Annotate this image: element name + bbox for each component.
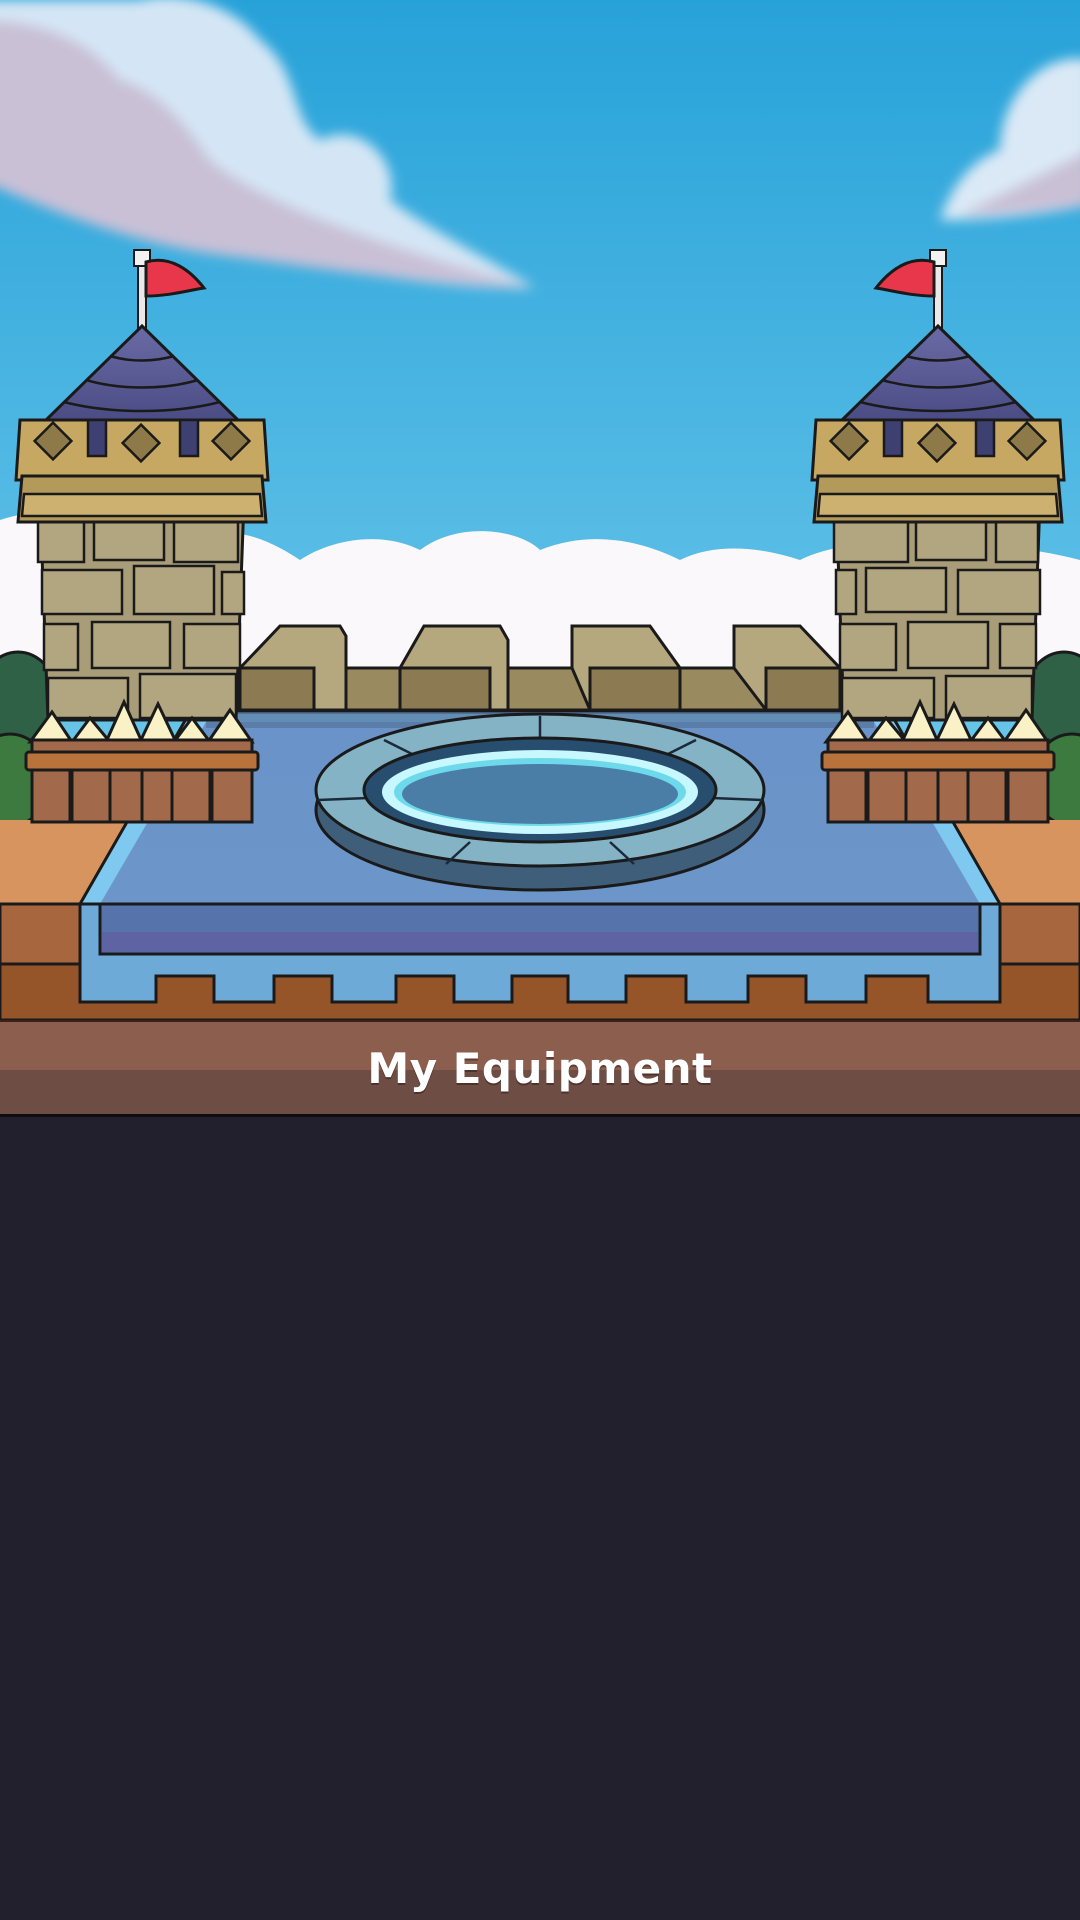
page-title: My Equipment — [367, 1043, 713, 1093]
title-banner: My Equipment — [0, 1020, 1080, 1117]
castle-courtyard-scene — [0, 0, 1080, 1020]
summoning-circle — [314, 712, 766, 892]
equipment-list-area[interactable] — [0, 1117, 1080, 1920]
